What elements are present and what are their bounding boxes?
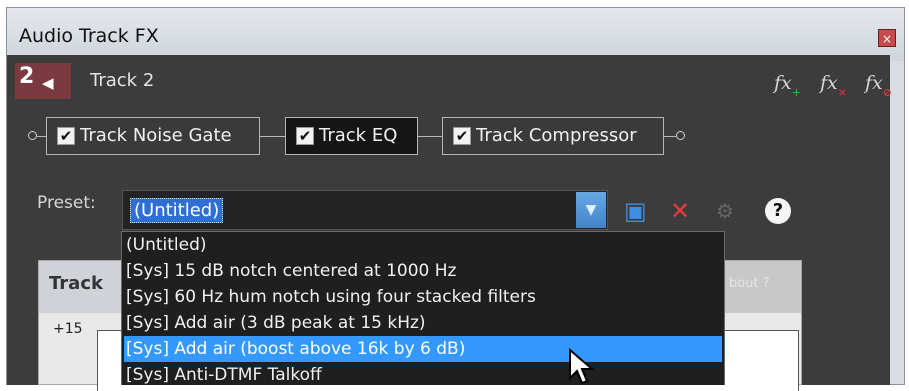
plugin-label: Track Compressor	[476, 125, 637, 146]
list-item[interactable]: [Sys] 15 dB notch centered at 1000 Hz	[124, 258, 722, 284]
chain-connector	[260, 136, 285, 137]
plugin-track-compressor[interactable]: ✔ Track Compressor	[442, 117, 664, 155]
plugin-track-noise-gate[interactable]: ✔ Track Noise Gate	[46, 117, 260, 155]
preset-value[interactable]: (Untitled)	[130, 198, 224, 223]
list-item[interactable]: [Sys] Anti-DTMF Talkoff	[124, 362, 722, 385]
plugin-properties-icon: ⚙	[716, 199, 734, 223]
fx-bypass-icon[interactable]: fx⊘	[865, 72, 892, 99]
title-bar: Audio Track FX ×	[7, 8, 904, 61]
track-number: 2	[19, 64, 35, 89]
track-name: Track 2	[90, 70, 155, 91]
list-item[interactable]: [Sys] 60 Hz hum notch using four stacked…	[124, 284, 722, 310]
chain-output-node	[676, 131, 685, 140]
delete-preset-icon[interactable]: ✕	[670, 198, 690, 224]
speaker-icon: ◀	[42, 74, 54, 92]
plugin-track-eq[interactable]: ✔ Track EQ	[285, 117, 418, 155]
plugin-panel-title: Track	[49, 273, 103, 294]
chain-connector	[37, 136, 46, 137]
window-title: Audio Track FX	[19, 25, 159, 47]
checkbox-icon[interactable]: ✔	[57, 127, 75, 145]
fx-add-icon[interactable]: fx+	[774, 72, 801, 99]
list-item[interactable]: [Sys] Add air (boost above 16k by 6 dB)	[124, 336, 722, 362]
list-item[interactable]: [Sys] Add air (3 dB peak at 15 kHz)	[124, 310, 722, 336]
preset-combobox[interactable]: (Untitled) ▼	[122, 190, 608, 230]
close-button[interactable]: ×	[878, 29, 896, 47]
chain-connector	[664, 136, 676, 137]
plugin-label: Track Noise Gate	[80, 125, 232, 146]
chevron-down-icon[interactable]: ▼	[576, 192, 606, 228]
preset-label: Preset:	[37, 193, 96, 213]
preset-dropdown-list[interactable]: (Untitled) [Sys] 15 dB notch centered at…	[121, 231, 725, 385]
mouse-cursor-icon	[569, 348, 595, 385]
list-item[interactable]: (Untitled)	[124, 232, 722, 258]
plugin-label: Track EQ	[319, 125, 398, 146]
chain-connector	[418, 136, 442, 137]
checkbox-icon[interactable]: ✔	[453, 127, 471, 145]
about-link[interactable]: bout ?	[729, 276, 770, 291]
gain-scale-label: +15	[53, 321, 83, 337]
chain-input-node	[28, 131, 37, 140]
save-preset-icon[interactable]: ▣	[624, 198, 647, 224]
checkbox-icon[interactable]: ✔	[296, 127, 314, 145]
help-icon[interactable]: ?	[765, 198, 791, 224]
fx-remove-icon[interactable]: fx×	[820, 72, 847, 99]
track-badge: 2 ◀	[15, 63, 71, 99]
